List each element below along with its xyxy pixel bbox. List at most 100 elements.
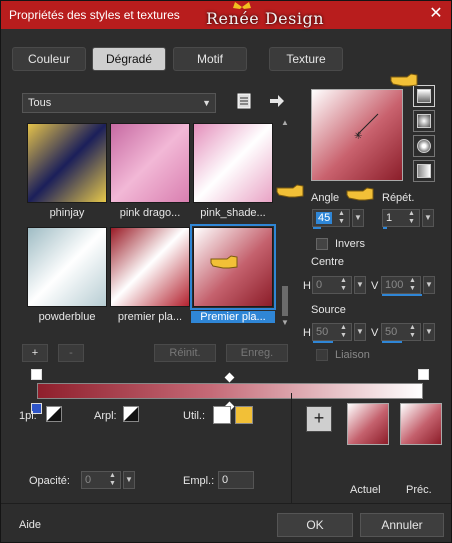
scroll-up-icon[interactable]: ▲	[281, 118, 289, 127]
radial-icon	[417, 164, 431, 178]
user-color-yellow[interactable]	[235, 406, 253, 424]
repeat-slider-fill[interactable]	[383, 227, 387, 229]
tab-couleur[interactable]: Couleur	[12, 47, 86, 71]
repeat-dropdown-icon[interactable]: ▼	[422, 209, 434, 227]
scroll-thumb[interactable]	[282, 286, 288, 316]
source-v-input[interactable]: 50 ▲ ▼	[381, 323, 421, 343]
source-h-input[interactable]: 50 ▲ ▼	[312, 323, 352, 343]
preset-swatch	[110, 123, 190, 203]
source-v-dropdown-icon[interactable]: ▼	[423, 323, 435, 341]
opacity-stop-left[interactable]	[31, 369, 42, 380]
angle-dropdown-icon[interactable]: ▼	[352, 209, 364, 227]
link-label: Liaison	[335, 349, 370, 361]
center-h-input[interactable]: 0 ▲ ▼	[312, 276, 352, 294]
preset-tile[interactable]: pink_shade...	[193, 123, 273, 223]
rectangular-icon	[417, 114, 431, 128]
spin-arrows-icon[interactable]: ▲ ▼	[109, 472, 119, 488]
opacity-stop-right[interactable]	[418, 369, 429, 380]
svg-text:✳: ✳	[354, 131, 362, 142]
repeat-input[interactable]: 1 ▲ ▼	[382, 209, 420, 229]
add-preset-button[interactable]: +	[22, 344, 48, 362]
radial-gradient-button[interactable]	[413, 160, 435, 182]
brand-logo: Renée Design	[206, 9, 325, 28]
cancel-button[interactable]: Annuler	[360, 513, 444, 537]
current-swatch[interactable]	[347, 403, 389, 445]
opacity-value: 0	[85, 474, 92, 486]
spin-arrows-icon[interactable]: ▲ ▼	[408, 210, 418, 226]
background-stop-icon[interactable]	[123, 406, 139, 422]
source-h-value: 50	[316, 326, 329, 338]
preset-label: powderblue	[38, 311, 96, 323]
spin-arrows-icon[interactable]: ▲ ▼	[409, 324, 419, 340]
rectangular-gradient-button[interactable]	[413, 110, 435, 132]
preset-tile[interactable]: pink drago...	[110, 123, 190, 223]
user-color-label: Util.:	[183, 410, 205, 422]
source-h-label: H	[303, 327, 311, 339]
reset-button[interactable]: Réinit.	[154, 344, 216, 362]
preset-label: Premier pla...	[191, 311, 275, 323]
preset-swatch	[27, 227, 107, 307]
preset-label: phinjay	[49, 207, 85, 219]
source-h-dropdown-icon[interactable]: ▼	[354, 323, 366, 341]
ok-button[interactable]: OK	[277, 513, 353, 537]
opacity-input[interactable]: 0 ▲ ▼	[81, 471, 121, 489]
pointing-hand-icon	[210, 255, 238, 269]
remove-preset-button[interactable]: -	[58, 344, 84, 362]
source-v-slider-fill[interactable]	[382, 341, 402, 343]
scroll-down-icon[interactable]: ▼	[281, 318, 289, 327]
center-v-slider-fill[interactable]	[382, 294, 422, 296]
opacity-dropdown-icon[interactable]: ▼	[123, 471, 135, 489]
tab-degrade[interactable]: Dégradé	[92, 47, 166, 71]
tab-bar: Couleur Dégradé Motif Texture	[1, 43, 451, 73]
link-checkbox[interactable]	[316, 349, 328, 361]
preset-tile[interactable]: premier pla...	[110, 227, 190, 327]
user-color-white[interactable]	[213, 406, 231, 424]
stop-type-icon[interactable]	[46, 406, 62, 422]
close-icon[interactable]: ✕	[425, 4, 447, 24]
center-v-dropdown-icon[interactable]: ▼	[423, 276, 435, 294]
gradient-preview[interactable]: ✳	[311, 89, 403, 181]
sunburst-gradient-button[interactable]	[413, 135, 435, 157]
preset-label: premier pla...	[117, 311, 183, 323]
preset-tile[interactable]: phinjay	[27, 123, 107, 223]
spin-arrows-icon[interactable]: ▲ ▼	[340, 324, 350, 340]
preset-tile[interactable]: powderblue	[27, 227, 107, 327]
background-stop-label: Arpl:	[94, 410, 117, 422]
location-input[interactable]: 0	[218, 471, 254, 489]
preset-scrollbar[interactable]: ▲ ▼	[280, 118, 290, 330]
previous-swatch[interactable]	[400, 403, 442, 445]
angle-slider-fill[interactable]	[313, 227, 321, 229]
gradient-editor-bar[interactable]	[37, 383, 423, 399]
center-v-value: 100	[385, 279, 404, 291]
spin-arrows-icon[interactable]: ▲ ▼	[409, 277, 419, 293]
pointing-hand-icon	[390, 73, 418, 87]
invert-label: Invers	[335, 238, 365, 250]
angle-label: Angle	[311, 192, 340, 204]
tab-motif[interactable]: Motif	[173, 47, 247, 71]
angle-input[interactable]: 45 ▲ ▼	[312, 209, 350, 229]
invert-checkbox[interactable]	[316, 238, 328, 250]
center-h-dropdown-icon[interactable]: ▼	[354, 276, 366, 294]
center-v-input[interactable]: 100 ▲ ▼	[381, 276, 422, 296]
category-dropdown[interactable]: Tous ▼	[22, 93, 216, 113]
title-bar[interactable]: Propriétés des styles et textures Renée …	[1, 1, 451, 29]
angle-handle-icon[interactable]: ✳	[312, 90, 402, 180]
spin-arrows-icon[interactable]: ▲ ▼	[338, 210, 348, 226]
preset-label: pink_shade...	[200, 207, 266, 219]
document-icon[interactable]	[237, 93, 251, 109]
repeat-value: 1	[386, 212, 393, 224]
arrow-right-icon[interactable]	[269, 94, 285, 108]
preset-tile-selected[interactable]: Premier pla...	[190, 224, 276, 327]
opacity-midpoint[interactable]	[224, 372, 235, 383]
source-h-slider-fill[interactable]	[313, 341, 333, 343]
preset-swatch	[193, 123, 273, 203]
add-swatch-button[interactable]: +	[306, 406, 332, 432]
help-link[interactable]: Aide	[19, 519, 41, 531]
center-label: Centre	[311, 256, 345, 268]
opacity-label: Opacité:	[29, 475, 70, 487]
spin-arrows-icon[interactable]: ▲ ▼	[340, 277, 350, 293]
tab-texture[interactable]: Texture	[269, 47, 343, 71]
window-title: Propriétés des styles et textures	[9, 8, 180, 22]
chevron-down-icon: ▼	[202, 98, 211, 108]
save-preset-button[interactable]: Enreg.	[226, 344, 288, 362]
